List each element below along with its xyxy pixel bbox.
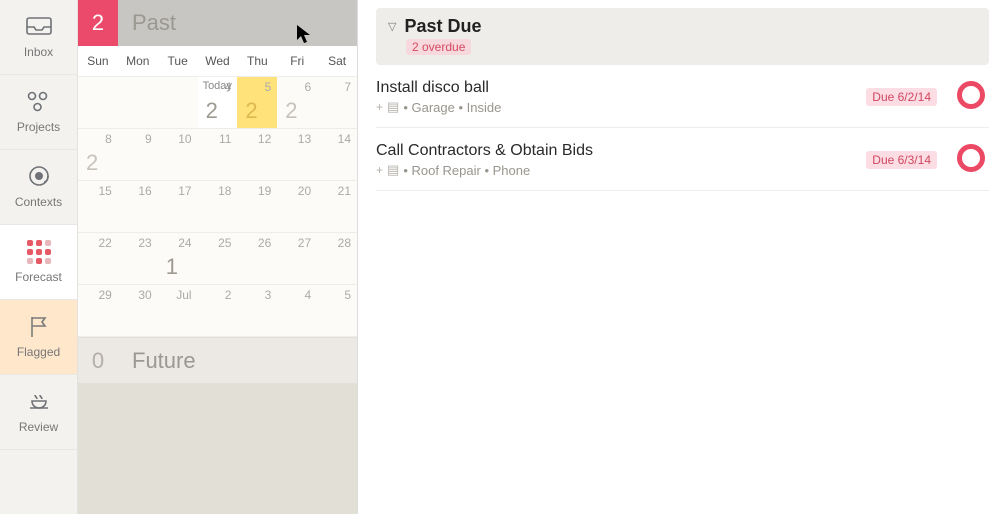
future-space xyxy=(78,383,357,514)
main-content: ▽ Past Due 2 overdue Install disco ball +… xyxy=(358,0,1001,514)
inbox-icon xyxy=(25,15,53,39)
weekday: Sun xyxy=(78,46,118,76)
nav-flagged[interactable]: Flagged xyxy=(0,300,77,375)
task-list: Install disco ball+▤ • Garage • InsideDu… xyxy=(376,65,989,191)
calendar-day[interactable]: 3 xyxy=(237,285,277,336)
weekday-header: Sun Mon Tue Wed Thu Fri Sat xyxy=(78,46,357,77)
nav-label: Flagged xyxy=(17,345,60,359)
weekday: Thu xyxy=(237,46,277,76)
nav-label: Inbox xyxy=(24,45,53,59)
flagged-icon xyxy=(25,315,53,339)
calendar-day[interactable]: 27 xyxy=(277,233,317,284)
weekday: Tue xyxy=(158,46,198,76)
due-badge: Due 6/2/14 xyxy=(866,88,937,106)
calendar-day[interactable]: 16 xyxy=(118,181,158,232)
weekday: Mon xyxy=(118,46,158,76)
task-meta: +▤ • Roof Repair • Phone xyxy=(376,162,856,178)
past-due-title: Past Due xyxy=(404,16,481,37)
note-icon: ▤ xyxy=(387,99,399,115)
calendar-day[interactable]: Jul xyxy=(158,285,198,336)
weekday: Wed xyxy=(198,46,238,76)
complete-circle[interactable] xyxy=(957,81,985,109)
calendar-weeks: 4252627829101112131415161718192021222324… xyxy=(78,77,357,337)
calendar-day[interactable]: 14 xyxy=(317,129,357,180)
calendar-day[interactable]: 42 xyxy=(198,77,238,128)
calendar-day[interactable]: 29 xyxy=(78,285,118,336)
calendar-day[interactable]: 5 xyxy=(317,285,357,336)
contexts-icon xyxy=(25,165,53,189)
task-meta: +▤ • Garage • Inside xyxy=(376,99,856,115)
note-icon: ▤ xyxy=(387,162,399,178)
calendar-day[interactable]: 15 xyxy=(78,181,118,232)
calendar-day[interactable]: 82 xyxy=(78,129,118,180)
nav-label: Review xyxy=(19,420,58,434)
review-icon xyxy=(25,390,53,414)
weekday: Sat xyxy=(317,46,357,76)
calendar-day[interactable] xyxy=(78,77,118,128)
sidebar: Inbox Projects Contexts Forecast xyxy=(0,0,78,514)
nav-label: Contexts xyxy=(15,195,62,209)
calendar-day[interactable]: 4 xyxy=(277,285,317,336)
calendar-day[interactable]: 23 xyxy=(118,233,158,284)
calendar-day[interactable]: 28 xyxy=(317,233,357,284)
calendar-day[interactable]: 11 xyxy=(198,129,238,180)
calendar-day[interactable]: 10 xyxy=(158,129,198,180)
nav-review[interactable]: Review xyxy=(0,375,77,450)
task-title: Install disco ball xyxy=(376,79,856,97)
forecast-calendar: 2 Past Sun Mon Tue Wed Thu Fri Sat 42526… xyxy=(78,0,358,514)
past-row[interactable]: 2 Past xyxy=(78,0,357,46)
calendar-day[interactable] xyxy=(158,77,198,128)
overdue-badge: 2 overdue xyxy=(406,39,471,55)
calendar-day[interactable]: 12 xyxy=(237,129,277,180)
calendar-day[interactable]: 19 xyxy=(237,181,277,232)
calendar-day[interactable]: 30 xyxy=(118,285,158,336)
future-label: Future xyxy=(118,348,196,374)
calendar-day[interactable]: 2 xyxy=(198,285,238,336)
past-count: 2 xyxy=(78,0,118,46)
calendar-day[interactable]: 7 xyxy=(317,77,357,128)
add-icon[interactable]: + xyxy=(376,100,383,114)
past-due-header[interactable]: ▽ Past Due 2 overdue xyxy=(376,8,989,65)
calendar-day[interactable]: 18 xyxy=(198,181,238,232)
calendar-day[interactable]: 62 xyxy=(277,77,317,128)
nav-contexts[interactable]: Contexts xyxy=(0,150,77,225)
calendar-day[interactable]: 25 xyxy=(198,233,238,284)
calendar-day[interactable]: 21 xyxy=(317,181,357,232)
calendar-day[interactable]: 20 xyxy=(277,181,317,232)
task-row[interactable]: Install disco ball+▤ • Garage • InsideDu… xyxy=(376,65,989,128)
past-label: Past xyxy=(118,10,176,36)
nav-projects[interactable]: Projects xyxy=(0,75,77,150)
nav-inbox[interactable]: Inbox xyxy=(0,0,77,75)
calendar-day[interactable]: 13 xyxy=(277,129,317,180)
disclosure-triangle-icon[interactable]: ▽ xyxy=(388,20,396,33)
projects-icon xyxy=(25,90,53,114)
calendar-day[interactable]: 241 xyxy=(158,233,198,284)
add-icon[interactable]: + xyxy=(376,163,383,177)
future-count: 0 xyxy=(78,338,118,384)
future-row[interactable]: 0 Future xyxy=(78,337,357,383)
complete-circle[interactable] xyxy=(957,144,985,172)
forecast-icon xyxy=(25,240,53,264)
calendar-day[interactable]: 9 xyxy=(118,129,158,180)
nav-forecast[interactable]: Forecast xyxy=(0,225,77,300)
due-badge: Due 6/3/14 xyxy=(866,151,937,169)
nav-label: Projects xyxy=(17,120,60,134)
nav-label: Forecast xyxy=(15,270,62,284)
task-row[interactable]: Call Contractors & Obtain Bids+▤ • Roof … xyxy=(376,128,989,191)
calendar-day[interactable]: 17 xyxy=(158,181,198,232)
weekday: Fri xyxy=(277,46,317,76)
task-title: Call Contractors & Obtain Bids xyxy=(376,142,856,160)
calendar-day[interactable] xyxy=(118,77,158,128)
calendar-day[interactable]: 26 xyxy=(237,233,277,284)
calendar-day[interactable]: 52 xyxy=(237,77,277,128)
calendar-day[interactable]: 22 xyxy=(78,233,118,284)
